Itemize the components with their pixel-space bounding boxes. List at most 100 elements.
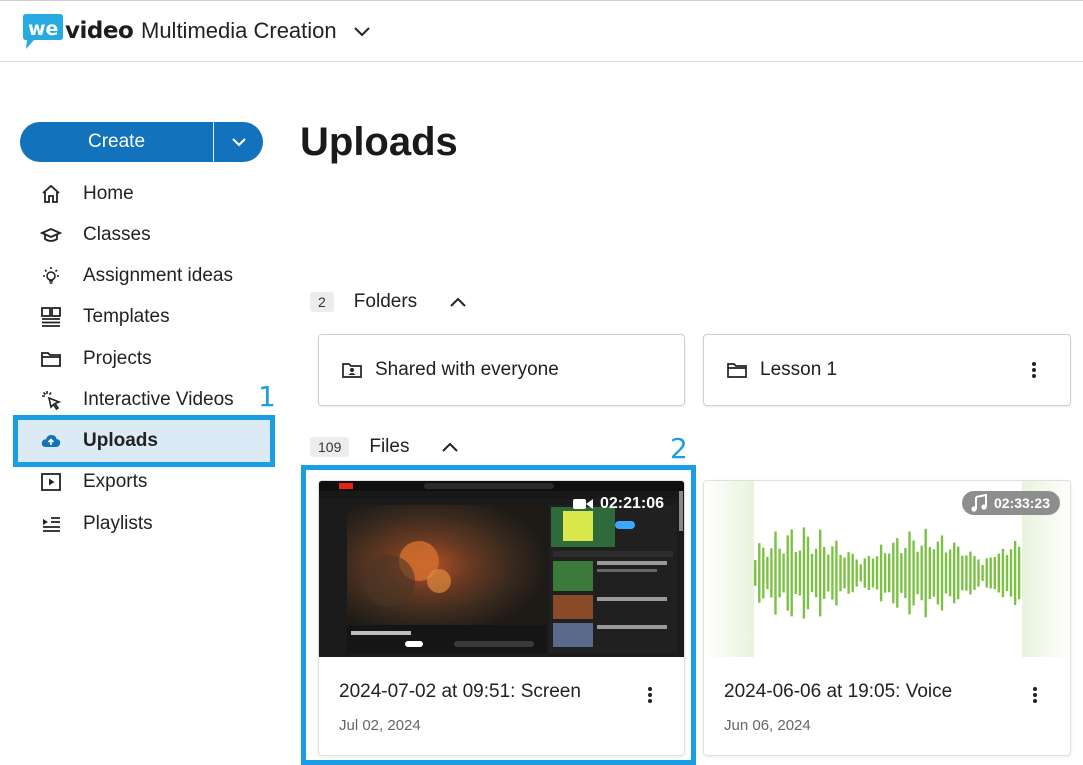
cursor-click-icon [40, 389, 62, 411]
folder-icon [727, 363, 747, 378]
waveform-bar [940, 535, 944, 611]
classes-icon [40, 224, 62, 246]
waveform-bar [973, 556, 976, 590]
waveform-bar [908, 531, 911, 615]
sidebar-item-label: Assignment ideas [83, 265, 233, 286]
sidebar-item-assignment-ideas[interactable]: Assignment ideas [20, 257, 270, 295]
sidebar-item-label: Playlists [83, 513, 153, 534]
home-icon [40, 183, 62, 205]
annotation-box-file [301, 465, 696, 765]
create-divider [213, 122, 214, 162]
music-note-icon [971, 494, 987, 512]
waveform-bar [936, 541, 940, 605]
sidebar-item-label: Interactive Videos [83, 389, 234, 410]
waveform-bar [774, 531, 777, 615]
waveform-bar [1005, 554, 1009, 592]
waveform-bar [896, 538, 899, 608]
waveform-bar [863, 558, 866, 588]
waveform-bar [912, 540, 915, 606]
sidebar-item-exports[interactable]: Exports [20, 463, 270, 501]
audio-thumbnail[interactable]: 02:33:23 [704, 481, 1070, 657]
waveform-bar [871, 558, 875, 588]
waveform-bar [965, 555, 968, 591]
waveform-bar [920, 545, 923, 601]
lightbulb-icon [40, 265, 62, 287]
create-button-group: Create [20, 122, 263, 162]
waveform-bar [892, 542, 895, 604]
waveform-bar [953, 542, 956, 604]
waveform-bar [819, 529, 822, 617]
waveform-bar [847, 552, 850, 594]
waveform-bar [754, 560, 757, 586]
sidebar-item-label: Exports [83, 471, 148, 492]
folders-label: Folders [353, 291, 418, 312]
waveform-bar [944, 552, 948, 594]
waveform-bar [957, 546, 960, 600]
waveform-bar [883, 553, 887, 593]
waveform-bar [997, 553, 1000, 593]
create-button[interactable]: Create [20, 122, 213, 162]
folder-card-lesson-1[interactable]: Lesson 1 [703, 334, 1071, 406]
workspace-selector[interactable]: Multimedia Creation [141, 18, 371, 44]
annotation-box-uploads [13, 415, 275, 467]
waveform-bar [859, 564, 862, 582]
sidebar-item-playlists[interactable]: Playlists [20, 505, 270, 543]
waveform-bar [924, 528, 927, 618]
waveform-bar [928, 547, 931, 599]
waveform-bar [839, 554, 842, 592]
files-label: Files [369, 436, 410, 457]
waveform-bar [782, 553, 785, 593]
waveform-bar [969, 551, 972, 595]
waveform-bar [778, 548, 781, 598]
files-section-header[interactable]: 109 Files [310, 436, 459, 458]
playlist-icon [40, 513, 62, 535]
wevideo-logo[interactable]: we video [20, 11, 134, 51]
waveform-bar [802, 527, 806, 619]
sidebar-item-label: Classes [83, 224, 151, 245]
page-title: Uploads [300, 120, 458, 164]
create-dropdown-button[interactable] [214, 133, 263, 151]
waveform-bar [1009, 549, 1013, 597]
sidebar-item-classes[interactable]: Classes [20, 216, 270, 254]
folders-count-badge: 2 [310, 292, 334, 312]
waveform-bar [758, 543, 761, 603]
waveform-bar [1001, 548, 1005, 598]
waveform-bar [993, 557, 996, 590]
sidebar-item-interactive-videos[interactable]: Interactive Videos [20, 381, 270, 419]
chevron-down-icon [231, 138, 246, 147]
waveform-bar [766, 556, 769, 590]
waveform-bar [948, 549, 952, 597]
sidebar-item-projects[interactable]: Projects [20, 340, 270, 378]
file-card-voice-recording[interactable]: 02:33:23 2024-06-06 at 19:05: Voice Jun … [703, 480, 1071, 756]
more-options-icon[interactable] [1024, 359, 1044, 381]
logo-we-text: we [28, 18, 58, 40]
waveform-bar [827, 554, 830, 592]
waveform-bar [875, 556, 879, 590]
waveform-bar [855, 559, 858, 587]
file-date: Jun 06, 2024 [724, 717, 811, 734]
waveform-bar [888, 553, 891, 593]
waveform-bar [762, 547, 765, 599]
sidebar-item-templates[interactable]: Templates [20, 298, 270, 336]
waveform-bar [806, 536, 810, 610]
annotation-number-2: 2 [670, 432, 688, 465]
folder-name: Shared with everyone [375, 359, 559, 380]
waveform-bar [835, 540, 838, 606]
folder-icon [40, 348, 62, 370]
waveform-bar [961, 555, 964, 591]
chevron-up-icon[interactable] [449, 293, 467, 311]
logo-video-text: video [65, 18, 134, 44]
folders-section-header[interactable]: 2 Folders [310, 291, 467, 313]
waveform-bar [867, 556, 871, 590]
folder-card-shared[interactable]: Shared with everyone [318, 334, 685, 406]
sidebar-item-home[interactable]: Home [20, 175, 270, 213]
waveform-bar [810, 553, 814, 593]
waveform-bar [985, 558, 988, 588]
sidebar-item-label: Projects [83, 348, 152, 369]
waveform-bar [814, 548, 818, 598]
chevron-up-icon[interactable] [441, 438, 459, 456]
waveform-bar [1017, 546, 1021, 600]
waveform-bar [981, 565, 984, 581]
more-options-icon[interactable] [1025, 684, 1045, 706]
waveform-bar [851, 553, 854, 593]
